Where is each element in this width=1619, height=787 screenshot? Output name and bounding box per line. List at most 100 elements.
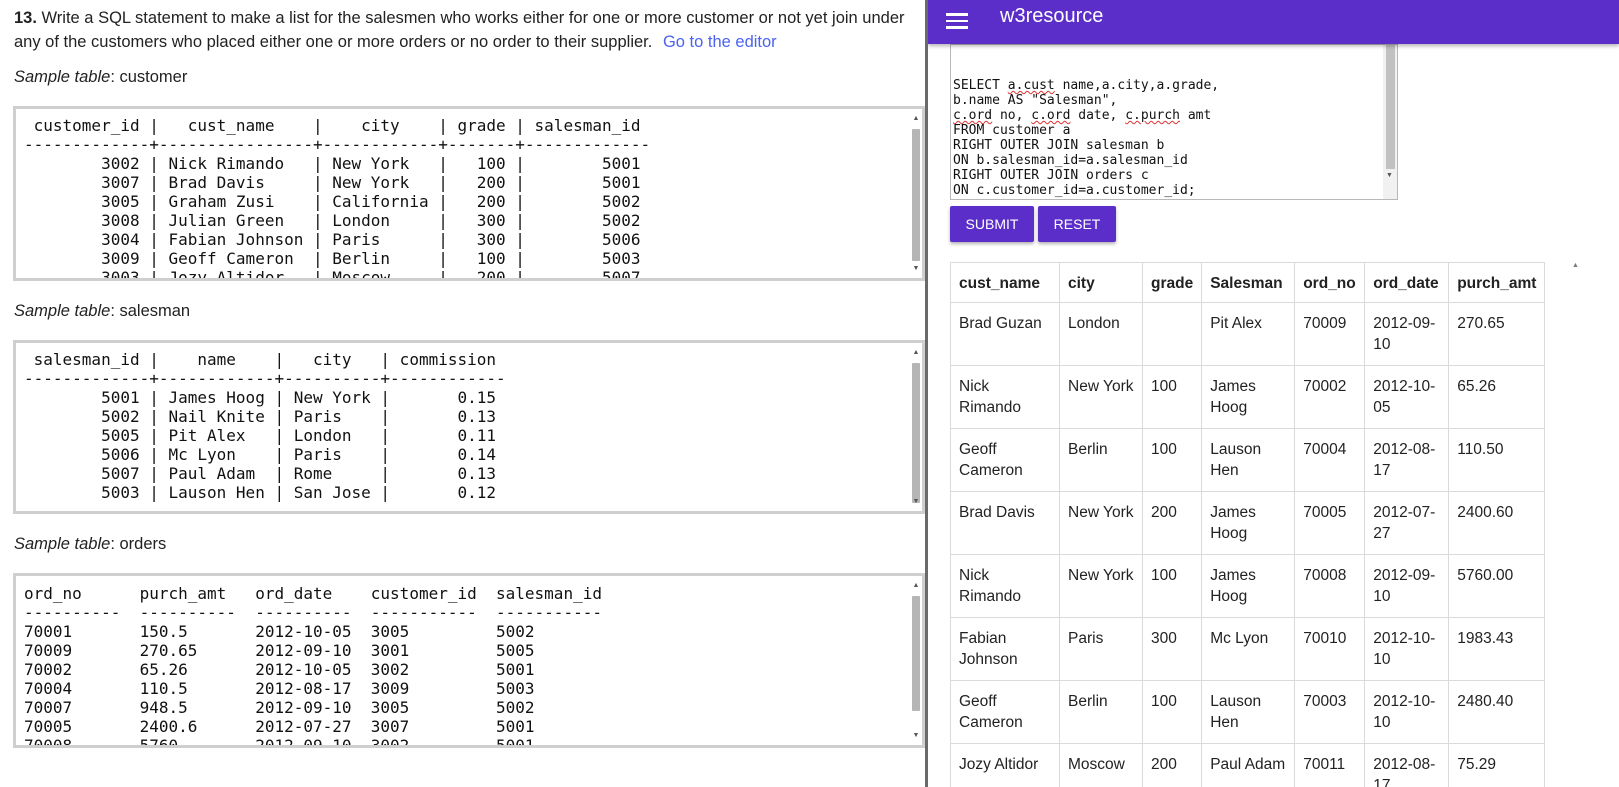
table-cell: 70002 [1294, 365, 1366, 429]
table-cell: New York [1059, 491, 1143, 555]
submit-button[interactable]: SUBMIT [950, 206, 1034, 242]
table-cell: New York [1059, 365, 1143, 429]
salesman-table-box[interactable]: salesman_id | name | city | commission -… [13, 340, 925, 514]
sample-label-salesman: Sample table: salesman [14, 302, 191, 320]
table-cell: Geoff Cameron [950, 680, 1060, 744]
reset-button[interactable]: RESET [1038, 206, 1116, 242]
customer-table-box[interactable]: customer_id | cust_name | city | grade |… [13, 106, 925, 281]
orders-table-box[interactable]: ord_no purch_amt ord_date customer_id sa… [13, 573, 925, 748]
table-cell: Brad Davis [950, 491, 1060, 555]
table-cell: 200 [1141, 743, 1203, 787]
table-cell: Geoff Cameron [950, 428, 1060, 492]
table-cell: 2400.60 [1448, 491, 1546, 555]
table-cell: 70008 [1294, 554, 1366, 618]
go-to-editor-link[interactable]: Go to the editor [663, 33, 777, 51]
hamburger-icon[interactable] [946, 10, 968, 32]
table-cell: 100 [1141, 554, 1203, 618]
table-cell: 2012-10-10 [1364, 617, 1450, 681]
table-cell: Fabian Johnson [950, 617, 1060, 681]
column-header-grade: grade [1141, 262, 1203, 303]
table-cell: Lauson Hen [1201, 428, 1296, 492]
column-header-cust_name: cust_name [950, 262, 1060, 303]
salesman-scrollbar[interactable]: ▲ ▼ [912, 349, 920, 505]
column-header-purch_amt: purch_amt [1448, 262, 1546, 303]
table-cell: 70010 [1294, 617, 1366, 681]
table-cell: 70005 [1294, 491, 1366, 555]
table-cell: James Hoog [1201, 365, 1296, 429]
table-cell: 2012-10-10 [1364, 680, 1450, 744]
table-cell: Lauson Hen [1201, 680, 1296, 744]
spellcheck-underline: c.ord [1031, 108, 1071, 123]
table-cell: 200 [1141, 491, 1203, 555]
table-cell: 110.50 [1448, 428, 1546, 492]
table-cell: 100 [1141, 365, 1203, 429]
result-table-container: cust_name city grade Salesman ord_no ord_date… [950, 262, 1562, 787]
result-table: cust_name city grade Salesman ord_no ord_date… [950, 262, 1546, 787]
table-cell: Pit Alex [1201, 302, 1296, 366]
table-cell: 2012-09-10 [1364, 302, 1450, 366]
exercise-question: 13. Write a SQL statement to make a list… [14, 6, 914, 54]
brand-title: w3resource [1000, 5, 1104, 27]
table-row: Geoff Cameron Berlin 100 Lauson Hen 70004 201… [950, 428, 1546, 492]
table-cell: 70003 [1294, 680, 1366, 744]
table-cell: 100 [1141, 428, 1203, 492]
table-cell: Berlin [1059, 428, 1143, 492]
sql-code[interactable]: SELECT a.cust name,a.city,a.grade, b.nam… [953, 78, 1219, 198]
table-cell: 65.26 [1448, 365, 1546, 429]
table-row: Brad Guzan London Pit Alex 70009 2012-09-10 2… [950, 302, 1546, 366]
table-cell: 2012-08-17 [1364, 743, 1450, 787]
table-cell: Mc Lyon [1201, 617, 1296, 681]
exercise-number: 13. [14, 9, 37, 27]
column-header-ord_date: ord_date [1364, 262, 1450, 303]
result-header-row: cust_name city grade Salesman ord_no ord_date… [950, 262, 1546, 303]
table-cell [1141, 302, 1203, 366]
table-cell: James Hoog [1201, 491, 1296, 555]
spellcheck-underline: a.cust [1007, 78, 1055, 93]
table-cell: 270.65 [1448, 302, 1546, 366]
table-cell: 70004 [1294, 428, 1366, 492]
table-cell: 75.29 [1448, 743, 1546, 787]
table-cell: 1983.43 [1448, 617, 1546, 681]
table-cell: 2012-10-05 [1364, 365, 1450, 429]
table-cell: 70009 [1294, 302, 1366, 366]
table-cell: 2012-07-27 [1364, 491, 1450, 555]
sql-editor[interactable]: SELECT a.cust name,a.city,a.grade, b.nam… [950, 44, 1398, 200]
table-cell: 2480.40 [1448, 680, 1546, 744]
editor-pane: w3resource SELECT a.cust name,a.city,a.g… [925, 0, 1619, 787]
spellcheck-underline: c.purch [1125, 108, 1181, 123]
column-header-ord_no: ord_no [1294, 262, 1366, 303]
table-row: Brad Davis New York 200 James Hoog 70005 2012… [950, 491, 1546, 555]
salesman-table-text: salesman_id | name | city | commission -… [24, 350, 506, 502]
table-row: Jozy Altidor Moscow 200 Paul Adam 70011 2012-… [950, 743, 1546, 787]
app-bar: w3resource [928, 0, 1619, 44]
sql-editor-scrollbar[interactable]: ▼ [1383, 45, 1397, 199]
table-cell: London [1059, 302, 1143, 366]
table-cell: James Hoog [1201, 554, 1296, 618]
sample-label-customer: Sample table: customer [14, 68, 188, 86]
customer-scrollbar[interactable]: ▲ ▼ [912, 115, 920, 272]
table-cell: 300 [1141, 617, 1203, 681]
table-cell: 2012-08-17 [1364, 428, 1450, 492]
table-cell: Paris [1059, 617, 1143, 681]
table-row: Nick Rimando New York 100 James Hoog 70002 20… [950, 365, 1546, 429]
table-cell: Nick Rimando [950, 365, 1060, 429]
table-cell: Brad Guzan [950, 302, 1060, 366]
result-scrollbar[interactable]: ▲ [1572, 262, 1582, 787]
table-cell: Nick Rimando [950, 554, 1060, 618]
table-cell: 70011 [1294, 743, 1366, 787]
orders-table-text: ord_no purch_amt ord_date customer_id sa… [24, 584, 602, 748]
table-row: Nick Rimando New York 100 James Hoog 70008 20… [950, 554, 1546, 618]
sample-label-orders: Sample table: orders [14, 535, 167, 553]
table-row: Geoff Cameron Berlin 100 Lauson Hen 70003 201… [950, 680, 1546, 744]
spellcheck-underline: c.ord [953, 108, 993, 123]
table-cell: Jozy Altidor [950, 743, 1060, 787]
customer-table-text: customer_id | cust_name | city | grade |… [24, 116, 651, 281]
table-cell: Moscow [1059, 743, 1143, 787]
table-cell: New York [1059, 554, 1143, 618]
orders-scrollbar[interactable]: ▲ ▼ [912, 582, 920, 739]
table-row: Fabian Johnson Paris 300 Mc Lyon 70010 2012-1… [950, 617, 1546, 681]
table-cell: Paul Adam [1201, 743, 1296, 787]
table-cell: 2012-09-10 [1364, 554, 1450, 618]
exercise-pane: 13. Write a SQL statement to make a list… [0, 0, 925, 787]
table-cell: 100 [1141, 680, 1203, 744]
